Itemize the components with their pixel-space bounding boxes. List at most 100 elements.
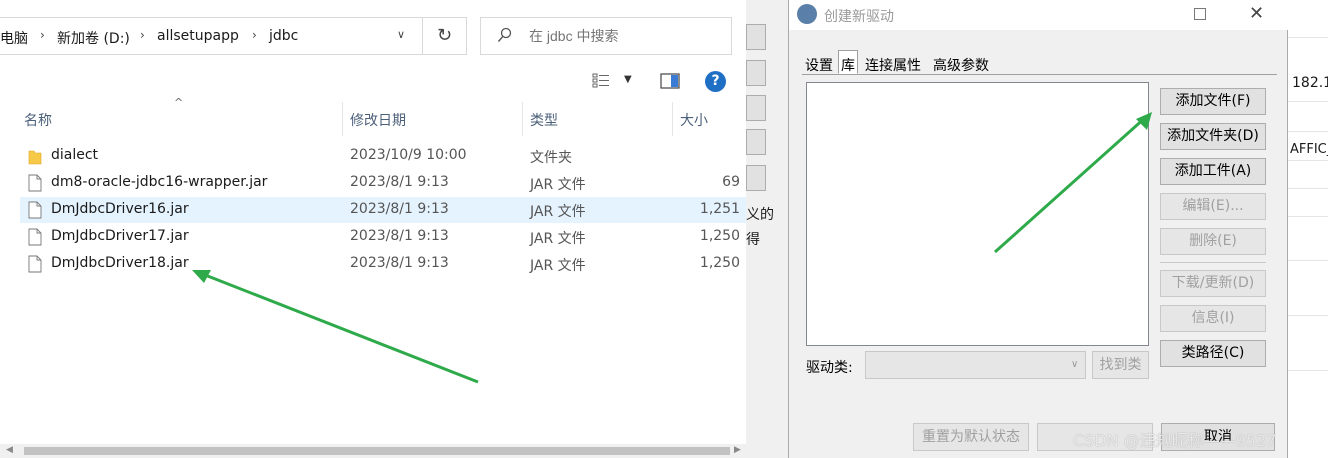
background-window-right: 182.1 AFFIC_I: [1288, 0, 1328, 458]
background-text: 182.1: [1292, 75, 1328, 91]
column-header-name[interactable]: 名称: [24, 110, 52, 130]
help-icon[interactable]: ?: [705, 71, 726, 92]
breadcrumb-this-pc[interactable]: 电脑: [0, 28, 28, 48]
driver-class-select[interactable]: ∨: [865, 351, 1086, 379]
file-date: 2023/8/1 9:13: [350, 255, 449, 271]
column-divider[interactable]: [522, 102, 523, 136]
file-icon: [28, 174, 42, 192]
create-driver-dialog: 创建新驱动 ✕ 设置 库 连接属性 高级参数 添加文件(F) 添加文件夹(D) …: [788, 0, 1289, 458]
file-icon: [28, 201, 42, 219]
column-divider[interactable]: [342, 102, 343, 136]
scroll-right-icon[interactable]: ▶: [734, 445, 741, 455]
file-row-dmjdbcdriver18[interactable]: DmJdbcDriver18.jar 2023/8/1 9:13 JAR 文件 …: [20, 251, 746, 277]
background-line: [1288, 216, 1328, 217]
info-button[interactable]: 信息(I): [1160, 305, 1266, 332]
column-divider[interactable]: [672, 102, 673, 136]
find-class-button[interactable]: 找到类: [1092, 351, 1149, 379]
reset-default-button[interactable]: 重置为默认状态: [913, 423, 1029, 451]
file-size: 1,250: [699, 255, 740, 271]
file-type: JAR 文件: [530, 258, 586, 274]
background-button: [746, 95, 766, 121]
file-explorer-window: 电脑 › 新加卷 (D:) › allsetupapp › jdbc ∨ ↻ ▼…: [0, 0, 746, 458]
file-name: dm8-oracle-jdbc16-wrapper.jar: [51, 174, 268, 190]
background-button: [746, 165, 766, 191]
background-text: 义的: [746, 207, 774, 223]
driver-class-label: 驱动类:: [806, 360, 853, 376]
add-file-button[interactable]: 添加文件(F): [1160, 88, 1266, 115]
folder-icon: [28, 150, 42, 165]
view-dropdown-icon[interactable]: ▼: [624, 74, 632, 85]
dialog-title-bar[interactable]: 创建新驱动 ✕: [789, 0, 1289, 30]
file-size: 1,251: [699, 201, 740, 217]
file-date: 2023/8/1 9:13: [350, 201, 449, 217]
file-icon: [28, 228, 42, 246]
csdn-watermark: CSDN @违规昵称——9527: [1073, 431, 1277, 450]
background-line: [1288, 315, 1328, 316]
file-type: JAR 文件: [530, 204, 586, 220]
file-date: 2023/10/9 10:00: [350, 147, 467, 163]
background-line: [1288, 160, 1328, 161]
background-text: AFFIC_I: [1290, 142, 1328, 157]
search-input[interactable]: [529, 28, 719, 44]
file-row-wrapper-jar[interactable]: dm8-oracle-jdbc16-wrapper.jar 2023/8/1 9…: [20, 170, 746, 196]
column-header-type[interactable]: 类型: [530, 110, 558, 130]
column-header-date[interactable]: 修改日期: [350, 110, 406, 130]
breadcrumb-allsetupapp[interactable]: allsetupapp: [157, 28, 239, 44]
classpath-button[interactable]: 类路径(C): [1160, 340, 1266, 367]
preview-pane-icon[interactable]: [660, 73, 680, 89]
breadcrumb-volume-d[interactable]: 新加卷 (D:): [57, 28, 130, 48]
download-update-button[interactable]: 下载/更新(D): [1160, 270, 1266, 297]
breadcrumb-separator-icon[interactable]: ›: [252, 28, 257, 42]
column-header-size[interactable]: 大小: [680, 110, 708, 130]
column-headers: ^ 名称 修改日期 类型 大小: [0, 96, 746, 136]
address-history-dropdown-icon[interactable]: ∨: [397, 28, 405, 41]
library-list[interactable]: [806, 82, 1149, 346]
add-artifact-button[interactable]: 添加工件(A): [1160, 158, 1266, 185]
tab-connection-properties[interactable]: 连接属性: [862, 50, 924, 74]
file-type: 文件夹: [530, 150, 572, 166]
button-separator: [1160, 262, 1266, 263]
refresh-icon[interactable]: ↻: [423, 17, 467, 55]
scroll-left-icon[interactable]: ◀: [6, 445, 13, 455]
dialog-title: 创建新驱动: [824, 9, 894, 25]
tab-advanced-parameters[interactable]: 高级参数: [930, 50, 992, 74]
address-bar[interactable]: 电脑 › 新加卷 (D:) › allsetupapp › jdbc ∨: [0, 17, 423, 55]
add-folder-button[interactable]: 添加文件夹(D): [1160, 123, 1266, 150]
file-type: JAR 文件: [530, 177, 586, 193]
file-row-dmjdbcdriver17[interactable]: DmJdbcDriver17.jar 2023/8/1 9:13 JAR 文件 …: [20, 224, 746, 250]
close-icon[interactable]: ✕: [1249, 3, 1264, 24]
file-name: DmJdbcDriver17.jar: [51, 228, 189, 244]
chevron-down-icon: ∨: [1071, 359, 1079, 370]
background-line: [1288, 260, 1328, 261]
background-line: [1288, 188, 1328, 189]
file-date: 2023/8/1 9:13: [350, 228, 449, 244]
breadcrumb-separator-icon[interactable]: ›: [140, 28, 145, 42]
breadcrumb-jdbc[interactable]: jdbc: [269, 28, 298, 44]
scrollbar-thumb[interactable]: [24, 447, 730, 455]
tab-settings[interactable]: 设置: [802, 50, 836, 74]
file-type: JAR 文件: [530, 231, 586, 247]
tab-libraries[interactable]: 库: [838, 50, 858, 74]
tab-panel-border: [802, 74, 1277, 75]
background-button: [746, 24, 766, 50]
file-size: 1,250: [699, 228, 740, 244]
edit-button[interactable]: 编辑(E)...: [1160, 193, 1266, 220]
file-row-dmjdbcdriver16[interactable]: DmJdbcDriver16.jar 2023/8/1 9:13 JAR 文件 …: [20, 197, 746, 223]
background-text: 得: [746, 232, 760, 248]
file-name: DmJdbcDriver16.jar: [51, 201, 189, 217]
delete-button[interactable]: 删除(E): [1160, 228, 1266, 255]
background-line: [1288, 131, 1328, 132]
search-icon: [497, 27, 512, 42]
search-box[interactable]: [480, 17, 732, 55]
sort-ascending-icon: ^: [174, 96, 184, 109]
file-row-dialect[interactable]: dialect 2023/10/9 10:00 文件夹: [20, 143, 746, 169]
horizontal-scrollbar[interactable]: ◀ ▶: [0, 444, 746, 458]
background-line: [1288, 370, 1328, 371]
background-line: [1288, 101, 1328, 102]
maximize-icon[interactable]: [1194, 8, 1206, 20]
file-date: 2023/8/1 9:13: [350, 174, 449, 190]
file-icon: [28, 255, 42, 273]
details-view-icon[interactable]: [592, 73, 610, 89]
breadcrumb-separator-icon[interactable]: ›: [40, 28, 45, 42]
file-name: DmJdbcDriver18.jar: [51, 255, 189, 271]
